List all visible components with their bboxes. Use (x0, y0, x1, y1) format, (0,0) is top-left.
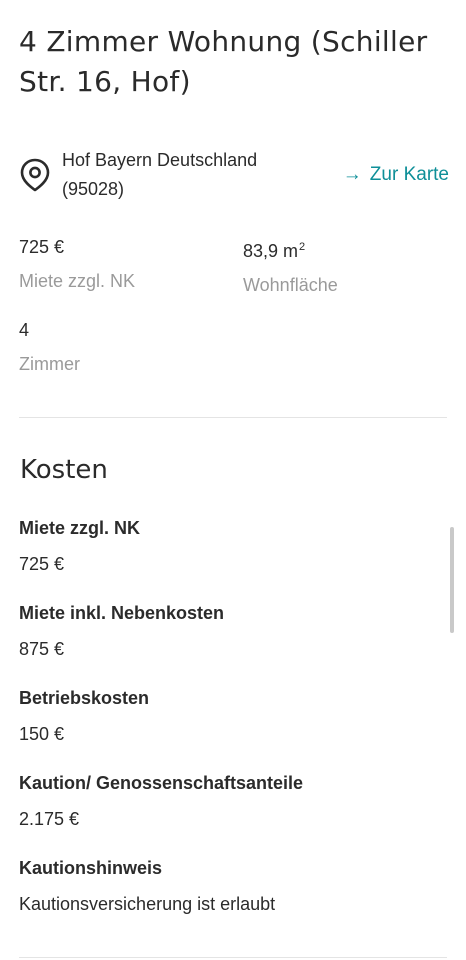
costs-section-title: Kosten (20, 455, 108, 485)
bottom-divider (19, 957, 447, 958)
cost-item: Miete inkl. Nebenkosten 875 € (19, 601, 439, 661)
address-line-zip: (95028) (62, 179, 125, 199)
cost-item-label: Miete zzgl. NK (19, 518, 141, 538)
cost-item-label: Betriebskosten (19, 688, 150, 708)
map-link[interactable]: → Zur Karte (343, 160, 449, 189)
cost-item-value: 875 € (19, 639, 65, 659)
cost-item-value: 150 € (19, 724, 65, 744)
fact-rooms: 4 Zimmer (19, 318, 219, 376)
cost-item-value: Kautionsversicherung ist erlaubt (19, 894, 276, 914)
map-pin-icon (19, 158, 51, 192)
fact-area-unit-sup: 2 (299, 241, 306, 253)
cost-item: Miete zzgl. NK 725 € (19, 516, 439, 576)
fact-rent-label: Miete zzgl. NK (19, 271, 136, 291)
fact-area-value: 83,9 m2 (243, 235, 443, 263)
map-link-label: Zur Karte (369, 164, 449, 185)
address-row: Hof Bayern Deutschland (95028) → Zur Kart… (19, 146, 449, 206)
cost-item-value: 2.175 € (19, 809, 80, 829)
address: Hof Bayern Deutschland (95028) (62, 146, 302, 204)
scrollbar[interactable] (450, 527, 454, 633)
fact-area: 83,9 m2 Wohnfläche (243, 235, 443, 297)
fact-area-label: Wohnfläche (243, 275, 338, 295)
address-line-city: Hof Bayern Deutschland (62, 150, 258, 170)
listing-page: 4 Zimmer Wohnung (Schiller Str. 16, Hof)… (0, 0, 466, 960)
fact-rooms-value: 4 (19, 320, 30, 340)
cost-item-value: 725 € (19, 554, 65, 574)
fact-area-number: 83,9 m (243, 241, 299, 261)
section-divider (19, 417, 447, 418)
fact-rent-value: 725 € (19, 237, 65, 257)
fact-rent: 725 € Miete zzgl. NK (19, 235, 219, 293)
cost-item-label: Kautionshinweis (19, 858, 163, 878)
cost-item-label: Miete inkl. Nebenkosten (19, 603, 225, 623)
page-title: 4 Zimmer Wohnung (Schiller Str. 16, Hof) (19, 25, 428, 98)
cost-item: Kaution/ Genossenschaftsanteile 2.175 € (19, 771, 439, 831)
fact-rooms-label: Zimmer (19, 354, 80, 374)
cost-item-label: Kaution/ Genossenschaftsanteile (19, 773, 304, 793)
arrow-right-icon: → (342, 164, 362, 185)
cost-item: Kautionshinweis Kautionsversicherung ist… (19, 856, 439, 916)
cost-item: Betriebskosten 150 € (19, 686, 439, 746)
